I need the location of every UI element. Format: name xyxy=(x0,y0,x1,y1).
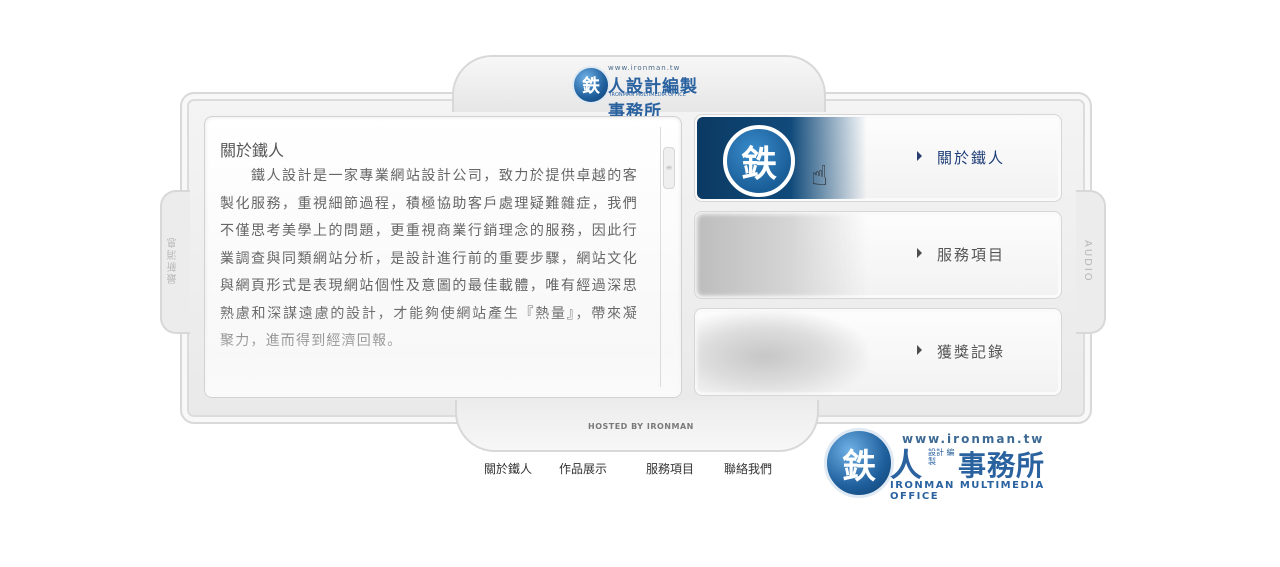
arrow-right-icon xyxy=(917,345,922,355)
menu-item-awards[interactable]: 獲獎記錄 xyxy=(694,308,1062,396)
footer-link-about[interactable]: 關於鐵人 xyxy=(484,460,532,477)
menu-thumbnail: 鉄 ☝ xyxy=(697,117,867,199)
menu-item-label: 關於鐵人 xyxy=(937,149,1006,167)
menu-item-services[interactable]: 服務項目 xyxy=(694,211,1062,299)
hand-pointer-icon: ☝ xyxy=(811,159,829,192)
menu-item-label: 獲獎記錄 xyxy=(937,343,1006,361)
logo-ball-icon: 鉄 xyxy=(824,428,894,498)
footer-link-services[interactable]: 服務項目 xyxy=(646,460,694,477)
arrow-right-icon xyxy=(917,248,922,258)
menu-item-about[interactable]: 鉄 ☝ 關於鐵人 xyxy=(694,114,1062,202)
footer-logo[interactable]: 鉄 www.ironman.tw 人 設計 編製 事務所 IRONMAN MUL… xyxy=(824,426,1080,502)
logo-ball-icon: 鉄 xyxy=(723,125,795,197)
logo-name: 事務所 xyxy=(958,449,1046,482)
menu-thumbnail xyxy=(697,214,867,296)
scrollbar-thumb[interactable]: ≡ xyxy=(663,147,675,189)
content-fade xyxy=(205,307,681,397)
footer-link-portfolio[interactable]: 作品展示 xyxy=(559,460,607,477)
header-logo[interactable]: 鉄 www.ironman.tw 人設計編製事務所 IRONMAN MULTIM… xyxy=(572,64,702,122)
logo-ball-icon: 鉄 xyxy=(572,66,610,104)
menu-thumbnail xyxy=(697,311,867,393)
content-panel: 關於鐵人 鐵人設計是一家專業網站設計公司，致力於提供卓越的客製化服務，重視細節過… xyxy=(204,116,682,398)
logo-subtitle: IRONMAN MULTIMEDIA OFFICE xyxy=(890,480,1045,502)
news-tab-label[interactable]: 最新消息 xyxy=(166,236,181,284)
arrow-right-icon xyxy=(917,151,922,161)
logo-url: www.ironman.tw xyxy=(608,64,681,72)
menu-item-label: 服務項目 xyxy=(937,246,1006,264)
hosted-by-label: HOSTED BY IRONMAN xyxy=(588,422,694,431)
logo-subtitle: IRONMAN MULTIMEDIA OFFICE xyxy=(610,92,686,98)
footer-link-contact[interactable]: 聯絡我們 xyxy=(724,460,772,477)
logo-small-text: 設計 編製 xyxy=(928,448,955,466)
audio-tab-label[interactable]: AUDIO xyxy=(1082,240,1093,283)
content-title: 關於鐵人 xyxy=(220,141,285,160)
